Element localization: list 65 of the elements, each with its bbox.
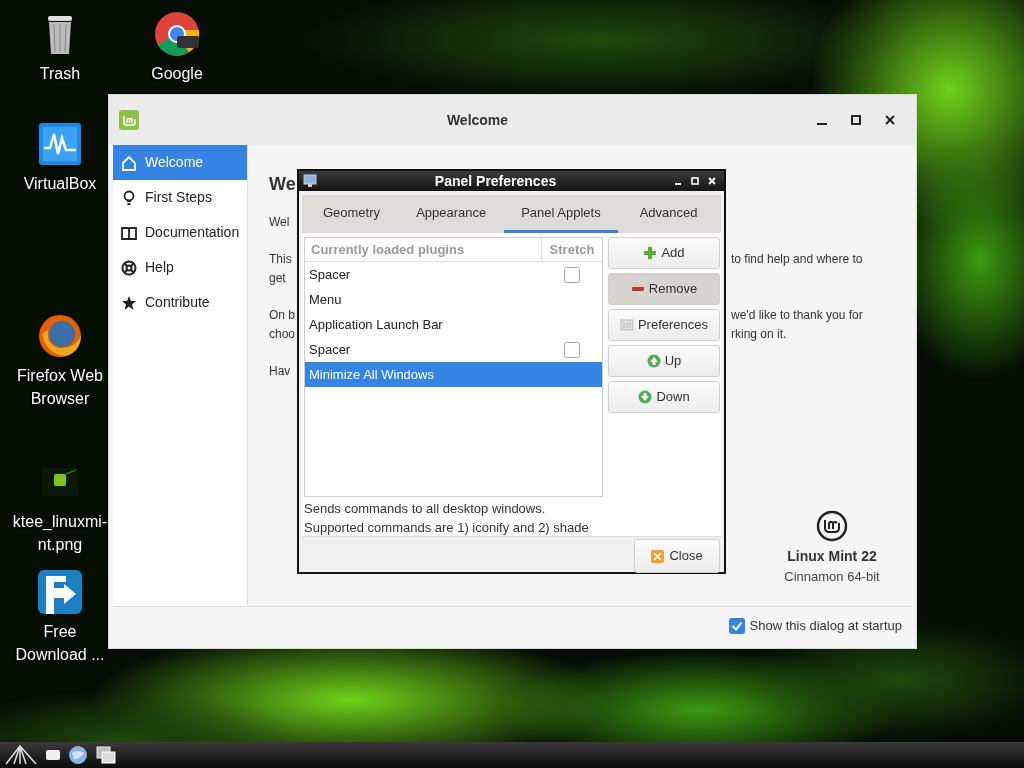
mint-logo-icon — [119, 110, 139, 130]
list-row[interactable]: Spacer — [305, 337, 602, 362]
text-fragment: Wel — [269, 215, 290, 229]
button[interactable]: Preferences — [608, 309, 720, 341]
list-row[interactable]: Menu — [305, 287, 602, 312]
preferences-icon — [619, 318, 634, 332]
button[interactable]: Down — [608, 381, 720, 413]
desktop-icon-label[interactable]: Firefox Web Browser — [10, 364, 110, 410]
desktop-icon-label[interactable]: ktee_linuxmi-nt.png — [10, 510, 110, 556]
close-button[interactable]: Close — [634, 539, 720, 573]
button[interactable]: Add — [608, 237, 720, 269]
version-name: Linux Mint 22 — [787, 546, 877, 566]
sidebar-item[interactable]: Contribute — [113, 285, 247, 320]
text-fragment: rking on it. — [731, 326, 787, 343]
text-fragment: get — [269, 271, 286, 285]
close-box-icon — [651, 549, 665, 563]
pulse-monitor-icon[interactable] — [36, 120, 84, 168]
down-arrow-icon — [638, 390, 653, 404]
checkbox[interactable] — [564, 266, 580, 283]
globe-icon[interactable] — [68, 745, 88, 765]
windows-icon[interactable] — [96, 746, 116, 764]
text-fragment: This — [269, 252, 292, 266]
text-fragment: On b — [269, 308, 295, 322]
desktop-icon-label[interactable]: Trash — [39, 62, 81, 85]
lifebuoy-icon — [121, 259, 137, 276]
edition-label: Cinnamon 64-bit — [784, 567, 880, 586]
close-icon[interactable] — [884, 114, 896, 126]
home-icon — [121, 154, 137, 171]
tab[interactable]: Appearance — [398, 195, 504, 233]
dialog-title: Panel Preferences — [433, 171, 558, 191]
lightbulb-icon — [121, 189, 137, 206]
sidebar-item[interactable]: Documentation — [113, 215, 247, 250]
maximize-icon[interactable] — [850, 114, 862, 126]
desktop-icon-label[interactable]: VirtualBox — [23, 172, 97, 195]
list-row[interactable]: Spacer — [305, 262, 602, 287]
description-text: Supported commands are 1) iconify and 2) shade — [304, 519, 590, 537]
mint-logo-icon — [816, 509, 848, 542]
desktop-icon-label[interactable]: Free Download ... — [10, 620, 110, 666]
chrome-logo-icon[interactable] — [153, 10, 201, 58]
checkbox-label: Show this dialog at startup — [749, 616, 902, 635]
button[interactable]: Up — [608, 345, 720, 377]
monitor-icon — [303, 174, 317, 188]
list-row[interactable]: Minimize All Windows — [305, 362, 602, 387]
checkbox[interactable] — [728, 617, 745, 634]
book-icon — [121, 224, 137, 241]
firefox-logo-icon[interactable] — [36, 312, 84, 360]
description-text: Sends commands to all desktop windows. — [304, 500, 547, 518]
text-fragment: Hav — [269, 364, 291, 378]
text-fragment: to find help and where to — [731, 251, 863, 268]
heading: We — [269, 173, 296, 196]
text-fragment: choo — [269, 327, 296, 341]
tab[interactable]: Advanced — [618, 195, 719, 233]
window-title: Welcome — [445, 110, 510, 130]
sidebar-item[interactable]: Help — [113, 250, 247, 285]
button[interactable]: Remove — [608, 273, 720, 305]
sidebar-item[interactable]: Welcome — [113, 145, 247, 180]
tab[interactable]: Geometry — [304, 195, 399, 233]
list-row[interactable]: Application Launch Bar — [305, 312, 602, 337]
sidebar-item[interactable]: First Steps — [113, 180, 247, 215]
plus-icon — [643, 246, 658, 260]
star-icon — [121, 294, 137, 311]
checkbox[interactable] — [564, 341, 580, 358]
up-arrow-icon — [646, 354, 661, 368]
text-fragment: we'd like to thank you for — [731, 307, 863, 324]
desktop-icon-label[interactable]: Google — [151, 62, 203, 85]
